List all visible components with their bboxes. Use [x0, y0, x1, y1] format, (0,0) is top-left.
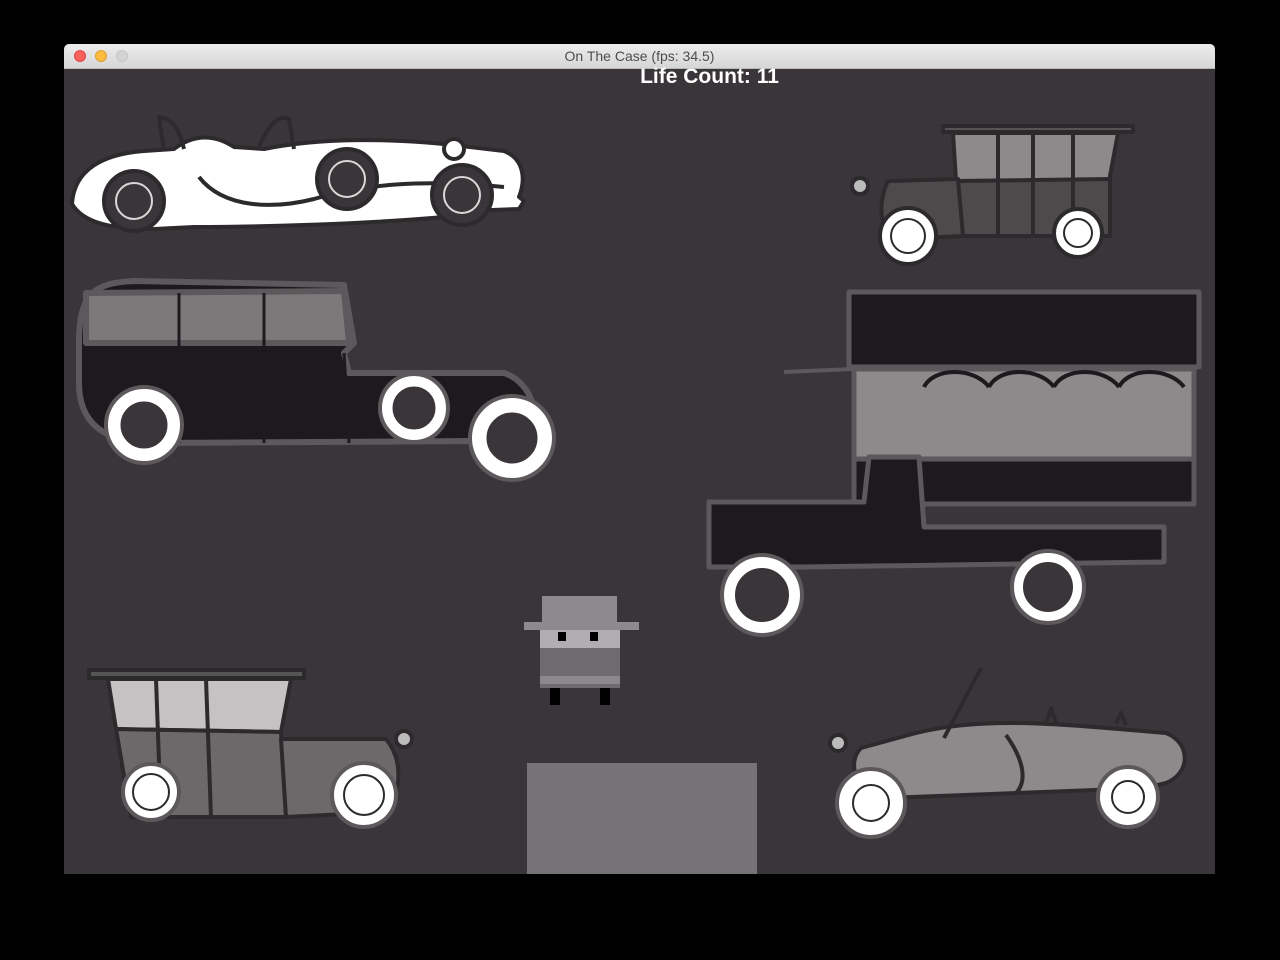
grey-town-car-top-right [850, 124, 1135, 266]
game-canvas[interactable]: Life Count: 11 [64, 65, 1215, 874]
window-title: On The Case (fps: 34.5) [564, 48, 715, 64]
grey-town-car-bottom-left [87, 668, 414, 829]
double-decker-bus [706, 289, 1202, 637]
life-count-label: Life Count: 11 [640, 65, 779, 88]
grey-convertible-car [828, 667, 1187, 839]
game-window: On The Case (fps: 34.5) Life Count: 11 [64, 44, 1215, 874]
player-detective [524, 596, 639, 705]
black-limousine-car [76, 278, 556, 482]
close-window-button[interactable] [74, 50, 86, 62]
minimize-window-button[interactable] [95, 50, 107, 62]
exit-zone [527, 763, 757, 874]
zoom-window-button[interactable] [116, 50, 128, 62]
white-roadster-car [70, 115, 526, 233]
